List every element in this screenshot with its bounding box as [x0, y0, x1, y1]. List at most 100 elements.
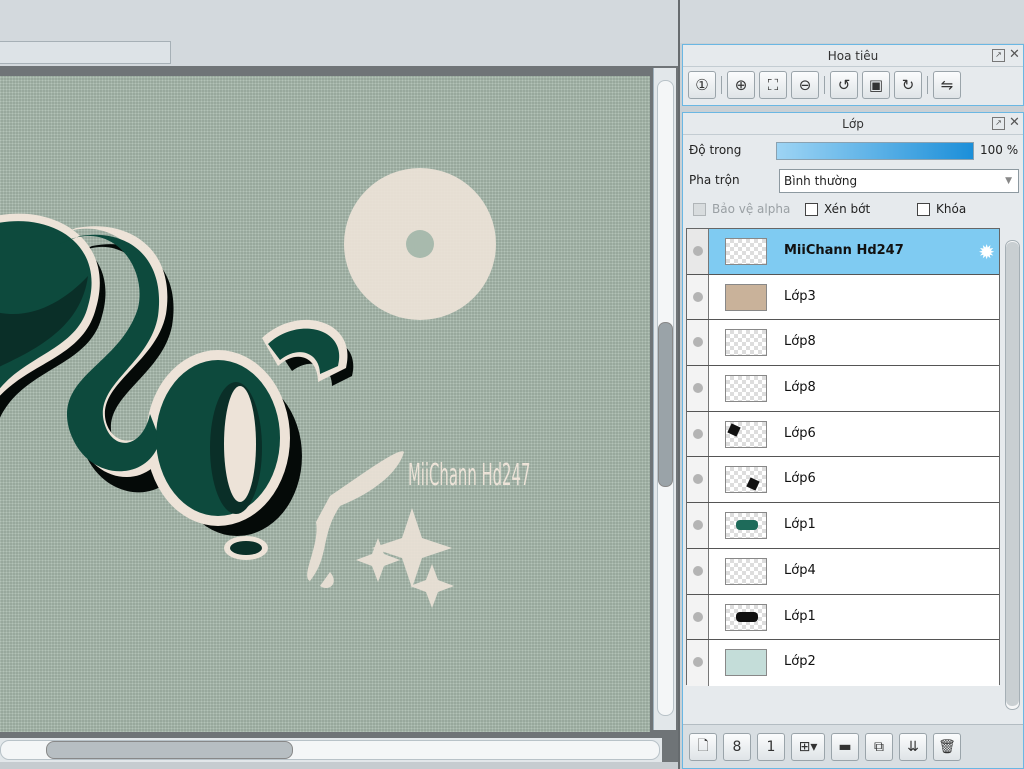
merge-down-button[interactable]: ⇊: [899, 732, 927, 761]
visibility-dot-icon: [693, 520, 703, 531]
chevron-down-icon: ▼: [1005, 176, 1012, 186]
layer-row[interactable]: Lớp8: [687, 366, 999, 412]
fit-screen-button[interactable]: ⛶: [759, 71, 787, 99]
new-folder-button[interactable]: ▬: [831, 732, 859, 761]
zoom-in-button[interactable]: ⊕: [727, 71, 755, 99]
flip-horizontal-button[interactable]: ⇋: [933, 71, 961, 99]
close-panel-icon[interactable]: ✕: [1008, 48, 1021, 62]
blend-label: Pha trộn: [689, 173, 740, 187]
canvas-horizontal-scrollbar[interactable]: [0, 738, 662, 762]
visibility-dot-icon: [693, 383, 703, 394]
zoom-out-icon: ⊖: [798, 76, 812, 94]
layer-thumbnail: [725, 420, 767, 448]
visibility-toggle[interactable]: [687, 594, 709, 640]
thumbnail-mark: [736, 520, 758, 531]
horizontal-scroll-thumb[interactable]: [46, 741, 293, 759]
visibility-dot-icon: [693, 474, 703, 485]
lock-checkbox[interactable]: Khóa: [917, 202, 966, 216]
layer-name: Lớp6: [784, 471, 816, 487]
flip-horizontal-icon: ⇋: [940, 76, 954, 94]
new-folder-icon: ▬: [838, 738, 852, 755]
visibility-dot-icon: [693, 657, 703, 668]
thumbnail-mark: [736, 611, 758, 622]
layer-row[interactable]: Lớp2: [687, 640, 999, 686]
cream-ring-hole: [406, 230, 434, 258]
close-panel-icon[interactable]: ✕: [1008, 116, 1021, 130]
visibility-toggle[interactable]: [687, 548, 709, 594]
visibility-dot-icon: [693, 565, 703, 576]
toolbar-separator: [721, 76, 722, 94]
delete-layer-button[interactable]: 🗑: [933, 732, 961, 761]
visibility-toggle[interactable]: [687, 366, 709, 411]
layer-thumbnail: [725, 283, 767, 311]
layer-list-scrollbar[interactable]: [1002, 228, 1022, 725]
new-layer-icon: 🗋: [697, 737, 709, 754]
layer-row[interactable]: Lớp1: [687, 594, 999, 641]
checkbox-box: [917, 202, 930, 216]
float-panel-icon[interactable]: ↗: [992, 49, 1005, 62]
visibility-dot-icon: [693, 428, 703, 439]
blend-mode-select[interactable]: Bình thường ▼: [779, 169, 1019, 193]
rotate-left-icon: ↺: [837, 76, 851, 94]
new-layer-button[interactable]: 🗋: [689, 732, 717, 761]
layer-panel-title-text: Lớp: [842, 117, 864, 131]
canvas-bottom-edge: [0, 762, 678, 769]
opacity-value: 100 %: [980, 143, 1019, 157]
layer-row[interactable]: Lớp6: [687, 411, 999, 458]
float-panel-icon[interactable]: ↗: [992, 117, 1005, 130]
duplicate-layer-icon: ⧉: [874, 738, 884, 755]
visibility-toggle[interactable]: [687, 274, 709, 320]
layer-row[interactable]: MiiChann Hd247 ✹: [687, 229, 999, 275]
layer-thumbnail: [725, 466, 767, 494]
zoom-actual-button[interactable]: ①: [688, 71, 716, 99]
zoom-actual-icon: ①: [695, 76, 709, 94]
visibility-toggle[interactable]: [687, 457, 709, 503]
layer-options-row: Bảo vệ alpha Xén bớt Khóa: [683, 195, 1023, 223]
duplicate-layer-button[interactable]: ⧉: [865, 732, 893, 761]
protect-alpha-checkbox[interactable]: Bảo vệ alpha: [693, 202, 790, 216]
layer-thumbnail: [725, 375, 767, 403]
vertical-scroll-thumb[interactable]: [658, 322, 673, 487]
visibility-dot-icon: [693, 337, 703, 348]
top-input-field[interactable]: [0, 41, 171, 64]
layer-row[interactable]: Lớp3: [687, 274, 999, 321]
layer-thumbnail: [725, 238, 767, 265]
drawing-canvas[interactable]: MiiChann Hd247: [0, 76, 650, 732]
visibility-toggle[interactable]: [687, 229, 709, 274]
layer-thumbnail: [725, 557, 767, 585]
clipping-checkbox[interactable]: Xén bớt: [805, 202, 870, 216]
visibility-toggle[interactable]: [687, 320, 709, 366]
new-8bit-layer-button[interactable]: 8: [723, 732, 751, 761]
layer-row[interactable]: Lớp4: [687, 548, 999, 595]
delete-layer-icon: 🗑: [938, 738, 956, 755]
layer-name: Lớp2: [784, 654, 816, 670]
opacity-row: Độ trong 100 %: [683, 135, 1023, 165]
visibility-toggle[interactable]: [687, 503, 709, 548]
layer-scroll-thumb[interactable]: [1006, 242, 1019, 706]
layer-row[interactable]: Lớp6: [687, 457, 999, 504]
checkbox-box: [805, 202, 818, 216]
new-layer-menu-button[interactable]: ⊞▾: [791, 732, 825, 761]
canvas-vertical-scrollbar[interactable]: [653, 68, 676, 730]
reset-view-button[interactable]: ▣: [862, 71, 890, 99]
visibility-toggle[interactable]: [687, 411, 709, 457]
gear-icon[interactable]: ✹: [978, 240, 995, 264]
layer-name: Lớp3: [784, 288, 816, 304]
top-strip: [0, 0, 678, 66]
zoom-out-button[interactable]: ⊖: [791, 71, 819, 99]
new-1bit-layer-button[interactable]: 1: [757, 732, 785, 761]
right-panel-column: Hoa tiêu ↗ ✕ ① ⊕ ⛶ ⊖ ↺ ▣ ↻ ⇋ Lớp ↗ ✕ Độ …: [678, 0, 1024, 769]
navigator-panel: Hoa tiêu ↗ ✕ ① ⊕ ⛶ ⊖ ↺ ▣ ↻ ⇋: [682, 44, 1024, 106]
rotate-right-button[interactable]: ↻: [894, 71, 922, 99]
new-8bit-layer-icon: 8: [732, 738, 742, 755]
thumbnail-mark: [746, 477, 760, 492]
navigator-title: Hoa tiêu ↗ ✕: [683, 45, 1023, 67]
layer-row[interactable]: Lớp1: [687, 503, 999, 549]
layer-row[interactable]: Lớp8: [687, 320, 999, 367]
visibility-toggle[interactable]: [687, 640, 709, 686]
fit-screen-icon: ⛶: [767, 76, 779, 94]
opacity-slider[interactable]: [776, 142, 974, 160]
layer-name: Lớp1: [784, 517, 816, 533]
rotate-right-icon: ↻: [901, 76, 915, 94]
rotate-left-button[interactable]: ↺: [830, 71, 858, 99]
